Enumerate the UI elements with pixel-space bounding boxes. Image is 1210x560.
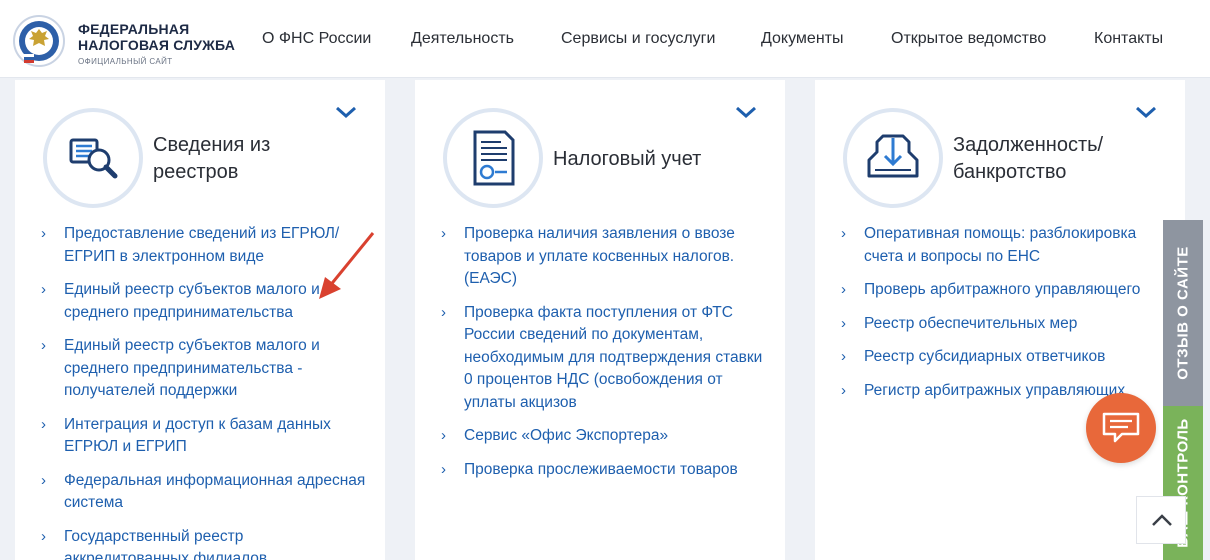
- list-item[interactable]: › Проверка наличия заявления о ввозе това…: [441, 223, 771, 291]
- list-item[interactable]: › Проверка факта поступления от ФТС Росси…: [441, 302, 771, 415]
- tax-document-icon: [473, 130, 515, 186]
- chevron-right-icon: ›: [41, 337, 46, 354]
- brand-subtitle: ОФИЦИАЛЬНЫЙ САЙТ: [78, 57, 173, 66]
- card-debt-bankruptcy: Задолженность/ банкротство › Оперативная …: [815, 80, 1185, 560]
- chevron-right-icon: ›: [441, 303, 446, 321]
- chevron-down-icon[interactable]: [335, 104, 357, 120]
- nav-item-about[interactable]: О ФНС России: [262, 30, 371, 48]
- card-title[interactable]: Сведения из реестров: [153, 132, 270, 186]
- registry-search-icon: [69, 138, 118, 179]
- chevron-right-icon: ›: [841, 281, 846, 298]
- card-links: › Оперативная помощь: разблокировка счета…: [841, 223, 1171, 413]
- list-item[interactable]: › Проверь арбитражного управляющего: [841, 279, 1171, 302]
- list-item[interactable]: › Реестр обеспечительных мер: [841, 313, 1171, 336]
- chevron-up-icon: [1152, 514, 1172, 526]
- card-icon-circle: [843, 108, 943, 208]
- nav-item-documents[interactable]: Документы: [761, 30, 843, 48]
- site-header: ФЕДЕРАЛЬНАЯ НАЛОГОВАЯ СЛУЖБА ОФИЦИАЛЬНЫЙ…: [0, 0, 1210, 78]
- chevron-right-icon: ›: [41, 415, 46, 433]
- list-item[interactable]: › Интеграция и доступ к базам данных ЕГРЮ…: [41, 414, 371, 459]
- main-nav: О ФНС России Деятельность Сервисы и госу…: [0, 30, 1210, 52]
- chevron-right-icon: ›: [441, 427, 446, 444]
- chevron-right-icon: ›: [841, 225, 846, 242]
- list-item[interactable]: › Реестр субсидиарных ответчиков: [841, 346, 1171, 369]
- list-item[interactable]: › Сервис «Офис Экспортера»: [441, 425, 771, 448]
- list-item[interactable]: › Государственный реестр аккредитованных …: [41, 526, 371, 560]
- scroll-to-top-button[interactable]: [1136, 496, 1186, 544]
- chat-button[interactable]: [1086, 393, 1156, 463]
- chevron-right-icon: ›: [841, 381, 846, 399]
- list-item[interactable]: › Единый реестр субъектов малого и средне…: [41, 335, 371, 403]
- chevron-right-icon: ›: [41, 471, 46, 489]
- list-item[interactable]: › Проверка прослеживаемости товаров: [441, 459, 771, 482]
- nav-item-open-agency[interactable]: Открытое ведомство: [891, 30, 1046, 48]
- card-tax-accounting: Налоговый учет › Проверка наличия заявлен…: [415, 80, 785, 560]
- chevron-right-icon: ›: [441, 225, 446, 242]
- nav-item-services[interactable]: Сервисы и госуслуги: [561, 30, 715, 48]
- chevron-right-icon: ›: [441, 460, 446, 478]
- debt-bankruptcy-icon: [867, 134, 919, 178]
- card-title[interactable]: Задолженность/ банкротство: [953, 132, 1103, 186]
- feedback-tab-label: ОТЗЫВ О САЙТЕ: [1174, 246, 1192, 380]
- chevron-down-icon[interactable]: [735, 104, 757, 120]
- list-item[interactable]: › Федеральная информационная адресная сис…: [41, 470, 371, 515]
- nav-item-activity[interactable]: Деятельность: [411, 30, 514, 48]
- card-icon-circle: [43, 108, 143, 208]
- annotation-arrow-icon: [319, 232, 375, 299]
- chevron-right-icon: ›: [41, 527, 46, 545]
- chevron-right-icon: ›: [41, 225, 46, 242]
- chat-icon: [1102, 412, 1140, 443]
- chevron-right-icon: ›: [41, 281, 46, 298]
- chevron-right-icon: ›: [841, 348, 846, 365]
- chevron-right-icon: ›: [841, 314, 846, 332]
- chevron-down-icon[interactable]: [1135, 104, 1157, 120]
- card-registries: Сведения из реестров › Предоставление све…: [15, 80, 385, 560]
- card-icon-circle: [443, 108, 543, 208]
- card-title[interactable]: Налоговый учет: [553, 146, 701, 173]
- nav-item-contacts[interactable]: Контакты: [1094, 30, 1163, 48]
- list-item[interactable]: › Оперативная помощь: разблокировка счета…: [841, 223, 1171, 268]
- card-links: › Проверка наличия заявления о ввозе това…: [441, 223, 771, 492]
- feedback-tab[interactable]: ОТЗЫВ О САЙТЕ: [1163, 220, 1203, 406]
